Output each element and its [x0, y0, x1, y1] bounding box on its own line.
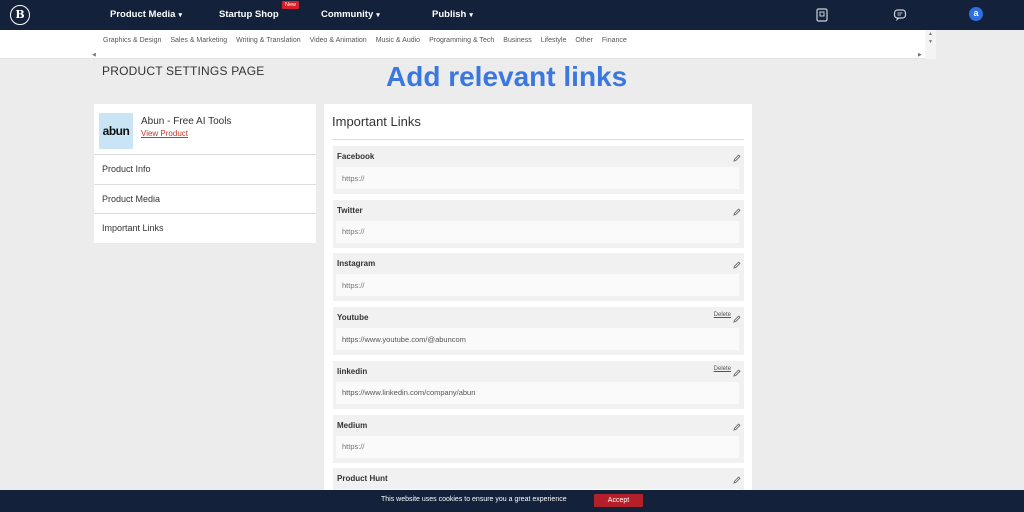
important-links-card: Important Links Facebook Twitter Instagram… [324, 104, 752, 512]
section-title: Important Links [332, 114, 421, 129]
pencil-icon[interactable] [733, 471, 741, 484]
delete-link-button[interactable]: Delete [714, 366, 731, 372]
link-field-group: Instagram [333, 253, 744, 302]
category-link[interactable]: Finance [602, 37, 627, 44]
pencil-icon[interactable] [733, 149, 741, 162]
pencil-icon[interactable] [733, 364, 741, 377]
link-url-input[interactable] [336, 328, 739, 351]
sidebar-item-important-links[interactable]: Important Links [94, 213, 316, 243]
page-title: PRODUCT SETTINGS PAGE [102, 64, 265, 78]
nav-publish-label: Publish [432, 9, 467, 20]
product-sidebar-card: abun Abun - Free AI Tools View Product P… [94, 104, 316, 243]
nav-product-media[interactable]: Product Media ▾ [110, 9, 182, 20]
category-link[interactable]: Sales & Marketing [170, 37, 227, 44]
link-field-label: Youtube [337, 313, 369, 323]
category-link[interactable]: Writing & Translation [236, 37, 300, 44]
link-url-input[interactable] [336, 220, 739, 243]
category-link[interactable]: Lifestyle [541, 37, 567, 44]
link-field-label: Medium [337, 420, 368, 430]
nav-product-media-label: Product Media [110, 9, 176, 20]
site-logo[interactable]: B [10, 5, 30, 25]
cookie-text: This website uses cookies to ensure you … [381, 496, 567, 503]
link-field-label: Product Hunt [337, 474, 388, 484]
divider [332, 139, 744, 140]
scroll-left-icon[interactable]: ◀ [92, 52, 96, 58]
new-badge: New [282, 1, 300, 9]
chevron-down-icon: ▾ [178, 12, 182, 19]
pencil-icon[interactable] [733, 418, 741, 431]
sidebar-item-product-media[interactable]: Product Media [94, 184, 316, 214]
category-link[interactable]: Programming & Tech [429, 37, 494, 44]
chevron-down-icon: ▾ [376, 12, 380, 19]
product-logo: abun [99, 113, 133, 149]
category-link[interactable]: Video & Animation [310, 37, 367, 44]
link-field-group: Medium [333, 414, 744, 463]
link-url-input[interactable] [336, 167, 739, 189]
category-link[interactable]: Business [503, 37, 531, 44]
link-field-label: linkedin [337, 366, 368, 376]
link-field-label: Facebook [337, 152, 375, 161]
nav-community[interactable]: Community ▾ [321, 9, 380, 20]
nav-startup-shop[interactable]: Startup Shop [219, 9, 279, 20]
nav-publish[interactable]: Publish ▾ [432, 9, 473, 20]
category-link[interactable]: Music & Audio [376, 37, 420, 44]
category-link[interactable]: Other [575, 37, 593, 44]
pencil-icon[interactable] [733, 256, 741, 270]
scroll-up-icon[interactable]: ▲ [928, 31, 933, 37]
product-name: Abun - Free AI Tools [141, 116, 232, 127]
link-field-group: Twitter [333, 199, 744, 248]
link-field-group: Youtube Delete [333, 307, 744, 356]
notebook-icon[interactable] [815, 8, 829, 22]
scroll-down-icon[interactable]: ▼ [928, 39, 933, 45]
accept-cookies-button[interactable]: Accept [594, 494, 643, 507]
category-link[interactable]: Graphics & Design [103, 37, 161, 44]
link-field-label: Twitter [337, 205, 363, 215]
scroll-right-icon[interactable]: ▶ [918, 52, 922, 58]
top-nav: B Product Media ▾ Startup Shop New Commun… [0, 0, 1024, 30]
view-product-link[interactable]: View Product [141, 129, 188, 138]
avatar[interactable]: a [969, 7, 983, 21]
sidebar-item-product-info[interactable]: Product Info [94, 154, 316, 184]
link-field-group: Facebook [333, 146, 744, 194]
cookie-bar: This website uses cookies to ensure you … [0, 490, 1024, 512]
delete-link-button[interactable]: Delete [714, 312, 731, 318]
link-url-input[interactable] [336, 274, 739, 297]
category-list: Graphics & Design Sales & Marketing Writin… [103, 37, 636, 44]
link-field-label: Instagram [337, 259, 376, 269]
category-scrollbar[interactable]: ▲ ▼ [925, 30, 936, 59]
pencil-icon[interactable] [733, 203, 741, 216]
link-url-input[interactable] [336, 381, 739, 404]
nav-startup-shop-label: Startup Shop [219, 9, 279, 20]
link-url-input[interactable] [336, 435, 739, 458]
overlay-caption: Add relevant links [386, 61, 628, 92]
chat-icon[interactable] [893, 8, 907, 22]
category-bar: Graphics & Design Sales & Marketing Writin… [0, 30, 936, 59]
pencil-icon[interactable] [733, 310, 741, 323]
nav-community-label: Community [321, 9, 374, 20]
chevron-down-icon: ▾ [469, 12, 473, 19]
link-field-group: linkedin Delete [333, 360, 744, 409]
